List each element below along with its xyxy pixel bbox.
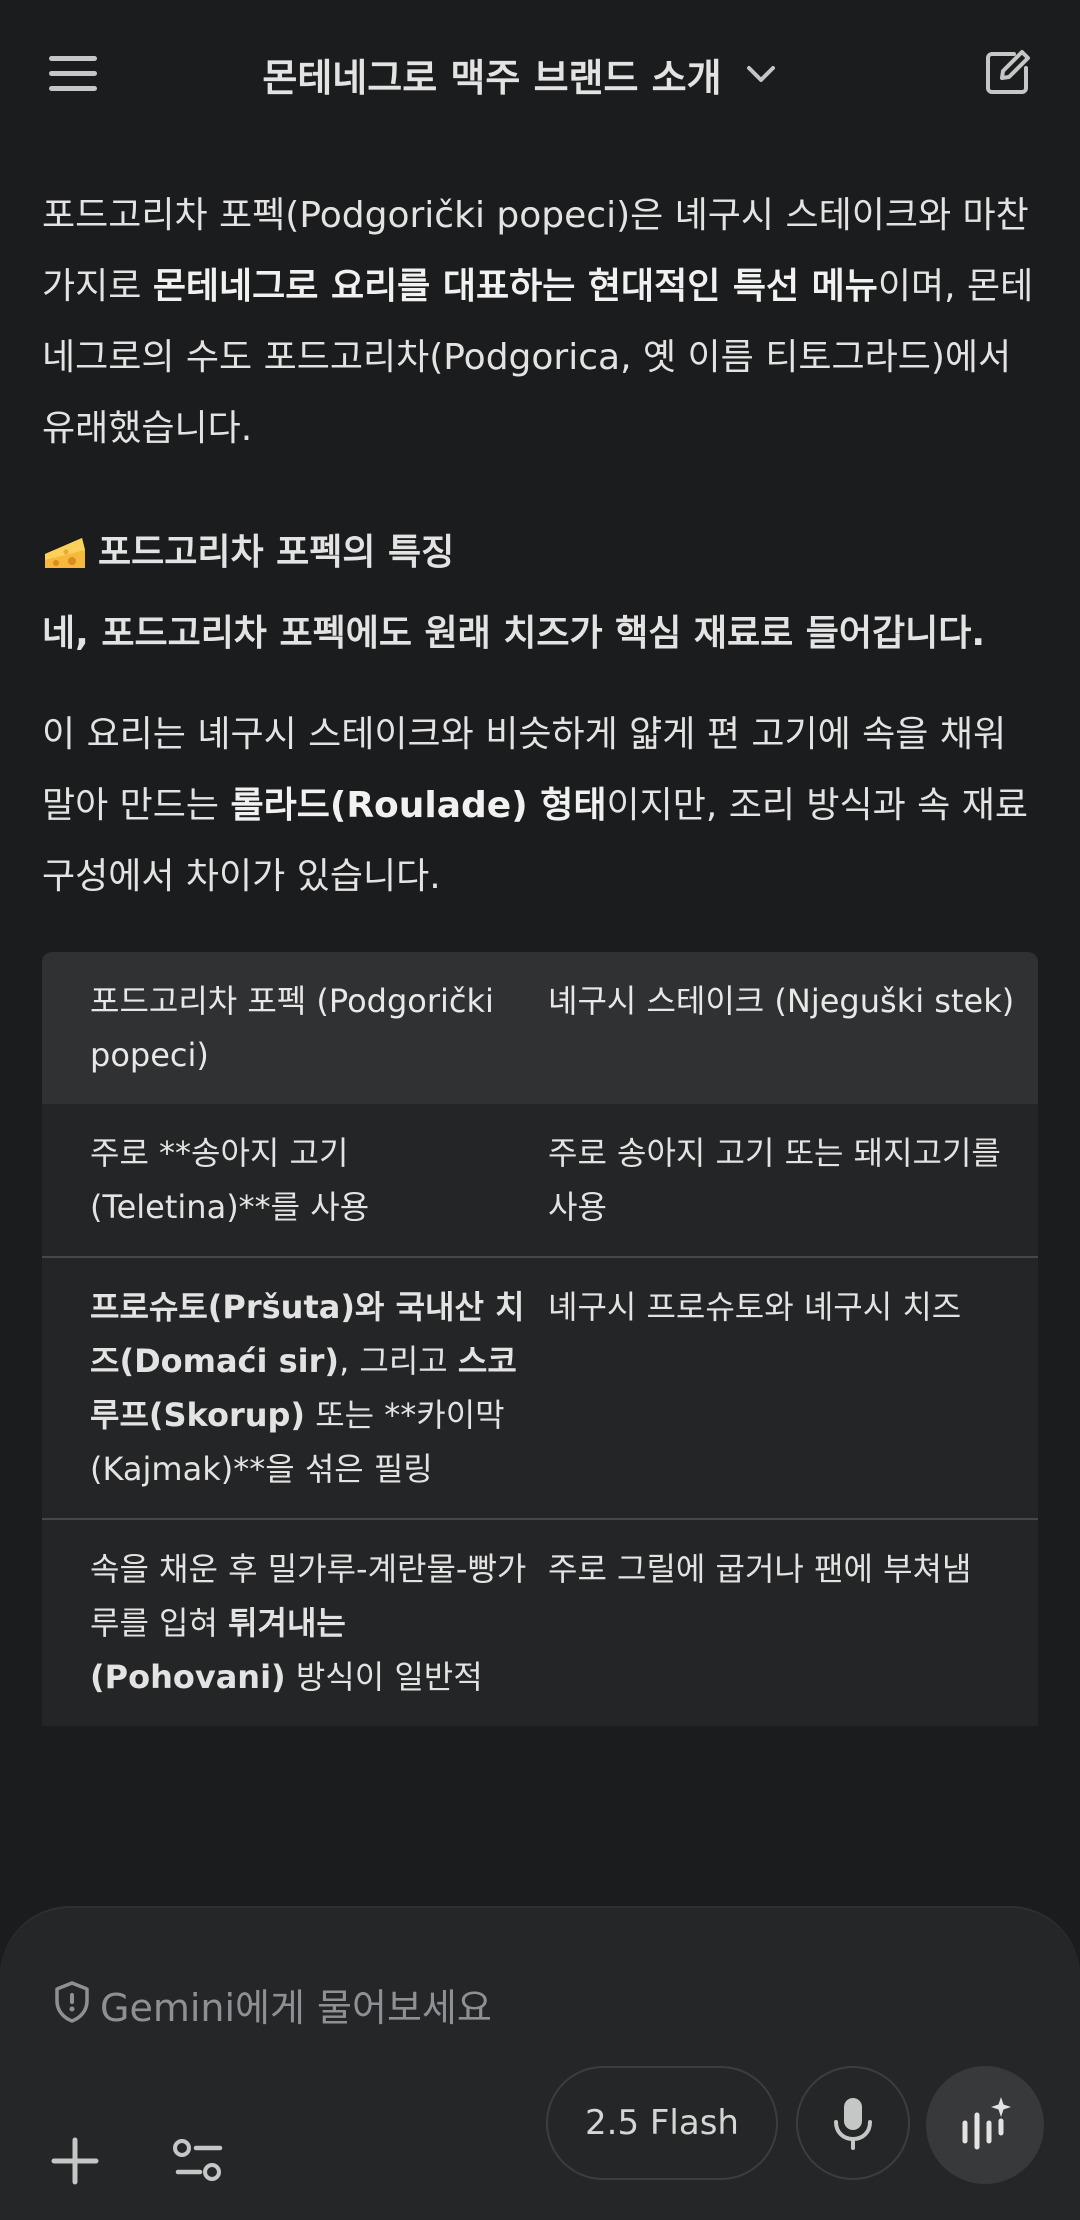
prompt-placeholder: Gemini에게 물어보세요 [100,1985,492,2030]
table-row: 프로슈토(Pršuta)와 국내산 치즈(Domaći sir), 그리고 스코… [42,1258,1038,1520]
bold-paragraph: 네, 포드고리차 포펙에도 원래 치즈가 핵심 재료로 들어갑니다. [42,613,986,654]
edit-icon[interactable] [976,40,1040,104]
plus-icon[interactable] [40,2126,110,2196]
desc-text-bold: 롤라드(Roulade) 형태 [230,785,607,826]
section-heading-text: 포드고리차 포펙의 특징 [98,532,455,573]
cell-text: , 그리고 [339,1342,458,1380]
model-selector-button[interactable]: 2.5 Flash [546,2066,778,2180]
shield-icon [52,1980,92,2028]
table-header-row: 포드고리차 포펙 (Podgorički popeci) 녜구시 스테이크 (N… [42,952,1038,1104]
table-cell: 주로 그릴에 굽거나 팬에 부쳐냄 [548,1550,972,1588]
prompt-composer: Gemini에게 물어보세요 [0,1906,1080,2220]
message-content: 포드고리차 포펙(Podgorički popeci)은 녜구시 스테이크와 마… [42,180,1042,1910]
table-header-cell: 포드고리차 포펙 (Podgorički popeci) [90,982,494,1074]
table-cell: 녜구시 프로슈토와 녜구시 치즈 [548,1288,962,1326]
conversation-title-button[interactable]: 몬테네그로 맥주 브랜드 소개 [200,44,840,104]
prompt-input[interactable]: Gemini에게 물어보세요 [52,1964,492,2044]
live-icon[interactable] [926,2066,1044,2184]
table-cell: 프로슈토(Pršuta)와 국내산 치즈(Domaći sir), 그리고 스코… [42,1258,548,1518]
section-heading: 포드고리차 포펙의 특징 [42,522,1042,584]
intro-paragraph: 포드고리차 포펙(Podgorički popeci)은 녜구시 스테이크와 마… [42,180,1042,464]
conversation-title: 몬테네그로 맥주 브랜드 소개 [262,55,722,100]
cell-bold: 프로슈토(Pršuta) [90,1288,355,1326]
cheese-icon [42,530,88,576]
table-cell: 주로 **송아지 고기(Teletina)**를 사용 [90,1134,370,1226]
intro-text-bold: 몬테네그로 요리를 대표하는 현대적인 특선 메뉴 [152,266,878,307]
cell-text: 방식이 일반적 [285,1658,483,1696]
table-cell: 주로 송아지 고기 또는 돼지고기를 사용 [548,1134,1001,1226]
tools-icon[interactable] [164,2126,234,2196]
top-app-bar: 몬테네그로 맥주 브랜드 소개 [0,0,1080,146]
table-row: 속을 채운 후 밀가루-계란물-빵가루를 입혀 튀겨내는(Pohovani) 방… [42,1520,1038,1726]
menu-icon[interactable] [36,40,110,106]
comparison-table: 포드고리차 포펙 (Podgorički popeci) 녜구시 스테이크 (N… [42,952,1038,1726]
table-cell: 속을 채운 후 밀가루-계란물-빵가루를 입혀 튀겨내는(Pohovani) 방… [42,1520,548,1726]
mic-icon[interactable] [796,2066,910,2180]
chevron-down-icon [744,57,778,91]
cell-bold: 와 [354,1288,396,1326]
table-header-cell: 녜구시 스테이크 (Njeguški stek) [548,982,1015,1020]
description-paragraph: 이 요리는 녜구시 스테이크와 비슷하게 얇게 편 고기에 속을 채워 말아 만… [42,699,1042,912]
table-row: 주로 **송아지 고기(Teletina)**를 사용 주로 송아지 고기 또는… [42,1104,1038,1258]
